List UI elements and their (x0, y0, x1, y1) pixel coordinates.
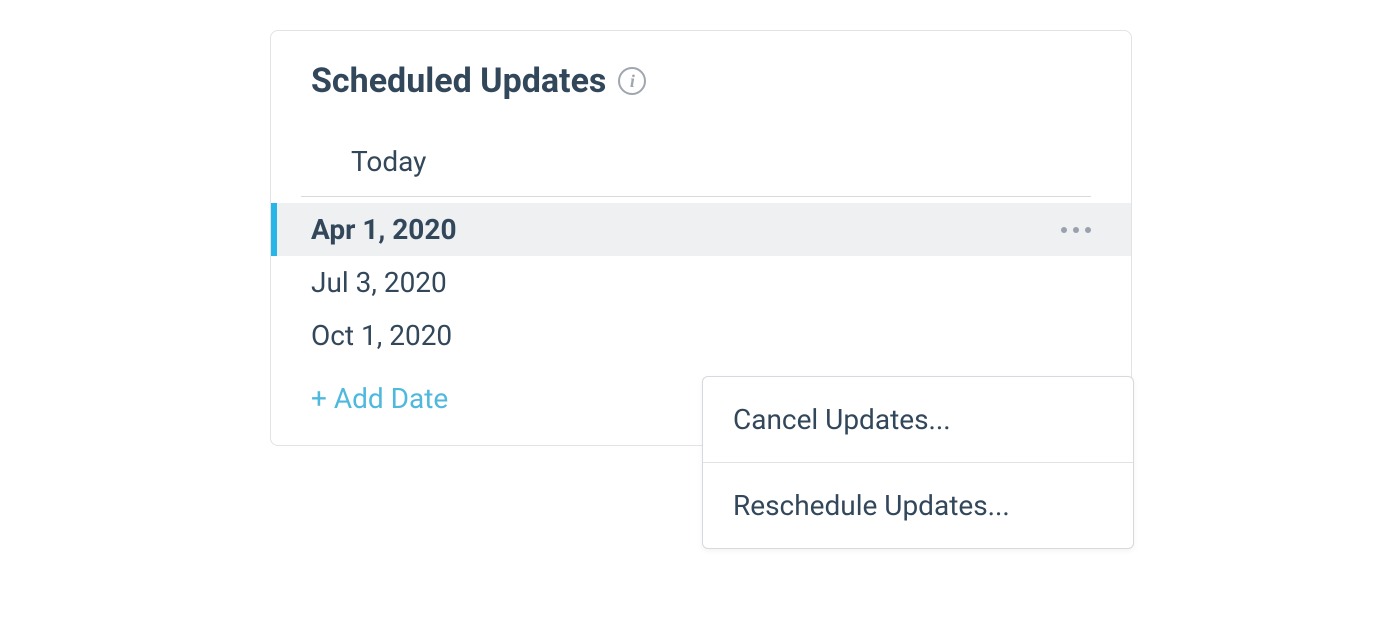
menu-item-reschedule-updates[interactable]: Reschedule Updates... (703, 463, 1133, 548)
date-row-active[interactable]: Apr 1, 2020 (271, 203, 1131, 256)
panel-title: Scheduled Updates (311, 61, 606, 101)
menu-item-cancel-updates[interactable]: Cancel Updates... (703, 377, 1133, 463)
date-row[interactable]: Jul 3, 2020 (271, 256, 1131, 309)
date-list: Apr 1, 2020 Jul 3, 2020 Oct 1, 2020 (271, 197, 1131, 362)
date-row[interactable]: Oct 1, 2020 (271, 309, 1131, 362)
dropdown-menu: Cancel Updates... Reschedule Updates... (702, 376, 1134, 549)
panel-header: Scheduled Updates i (271, 61, 1131, 121)
date-label: Oct 1, 2020 (311, 319, 452, 352)
info-icon[interactable]: i (618, 67, 646, 95)
date-label: Jul 3, 2020 (311, 266, 447, 299)
today-row[interactable]: Today (301, 121, 1091, 197)
more-icon[interactable] (1061, 227, 1091, 233)
today-label: Today (351, 145, 1051, 178)
date-label: Apr 1, 2020 (311, 213, 457, 246)
